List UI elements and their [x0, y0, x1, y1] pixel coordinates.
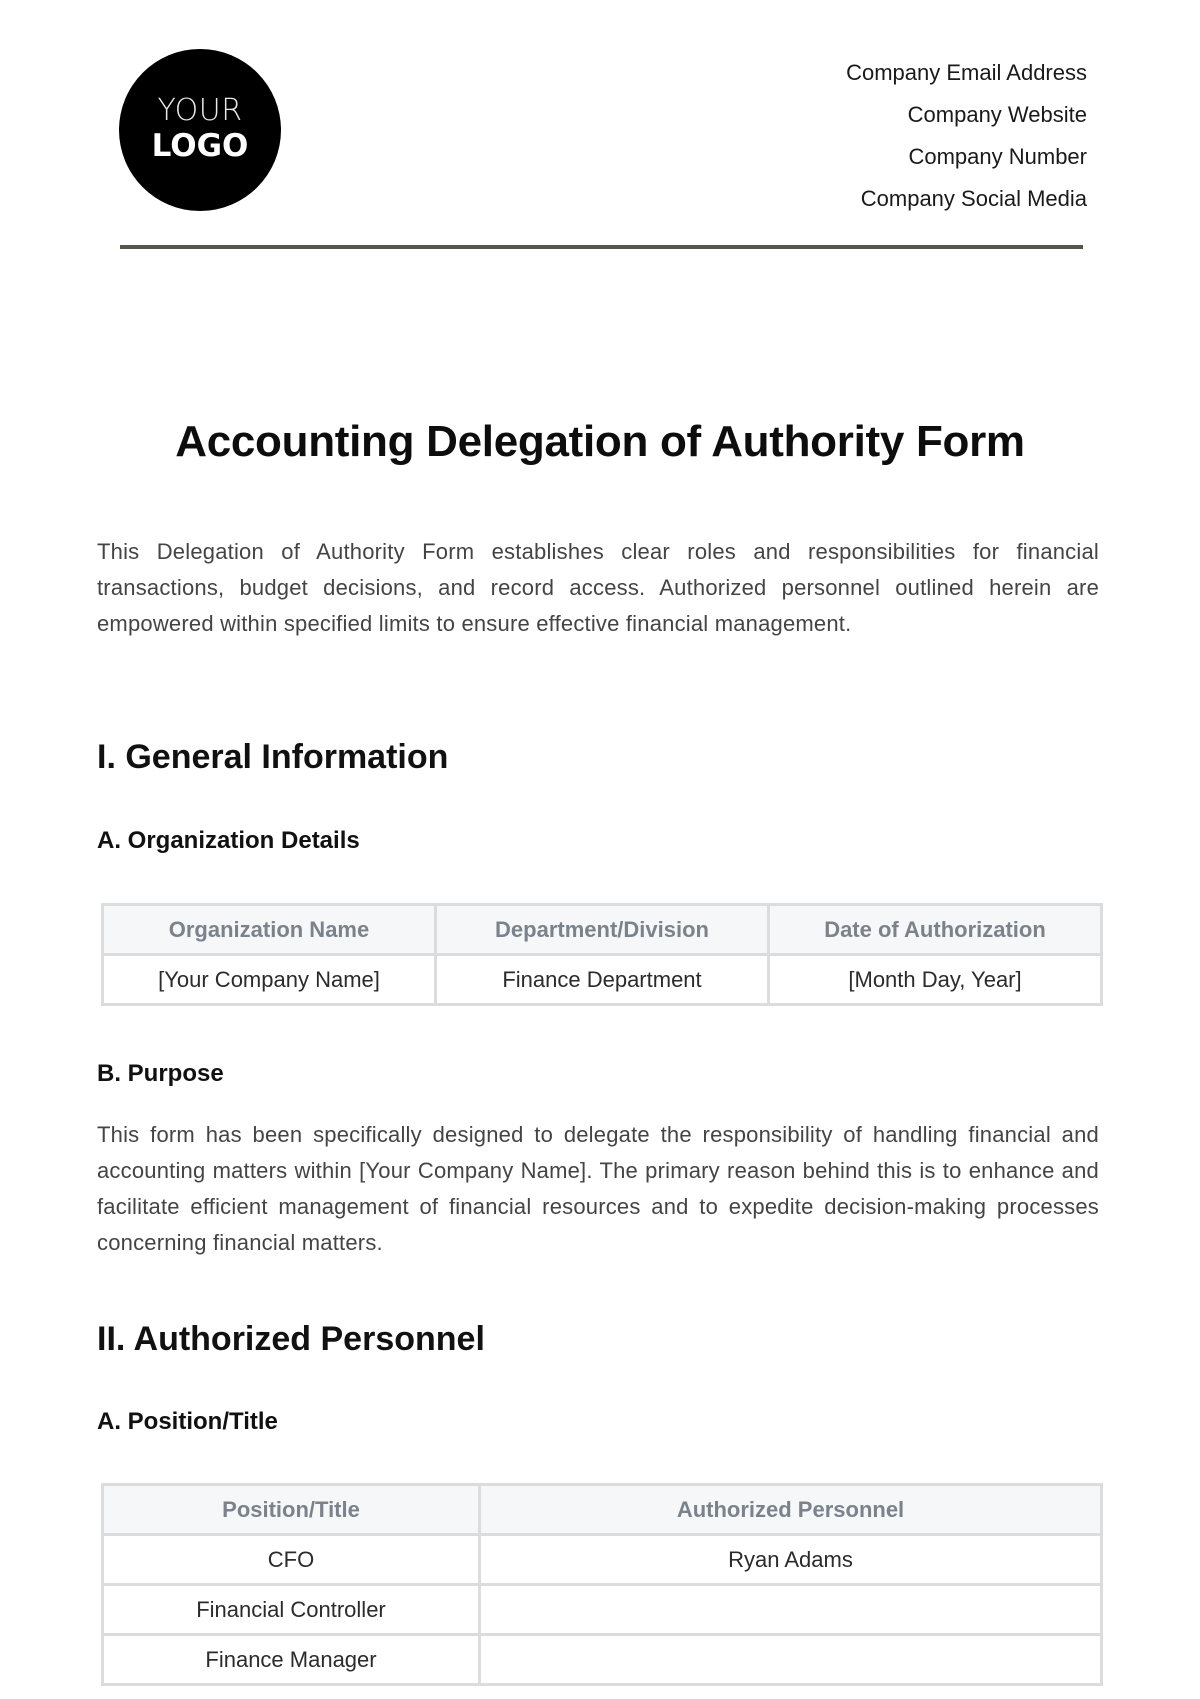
- company-logo: YOUR LOGO: [119, 49, 281, 211]
- table-header-row: Organization Name Department/Division Da…: [101, 903, 1103, 956]
- organization-name-cell: [Your Company Name]: [101, 953, 437, 1006]
- position-title-heading: A. Position/Title: [97, 1408, 278, 1435]
- table-row: Financial Controller: [101, 1583, 1103, 1636]
- personnel-cell: [478, 1583, 1103, 1636]
- organization-details-table: Organization Name Department/Division Da…: [101, 903, 1103, 1006]
- company-website: Company Website: [907, 102, 1087, 127]
- table-row: Finance Manager: [101, 1633, 1103, 1686]
- personnel-cell: Ryan Adams: [478, 1533, 1103, 1586]
- intro-paragraph: This Delegation of Authority Form establ…: [97, 539, 1099, 636]
- authorized-personnel-table: Position/Title Authorized Personnel CFO …: [101, 1483, 1103, 1686]
- section-general-information-heading: I. General Information: [97, 738, 449, 776]
- column-header-department-division: Department/Division: [434, 903, 770, 956]
- organization-details-heading: A. Organization Details: [97, 827, 360, 854]
- table-row: CFO Ryan Adams: [101, 1533, 1103, 1586]
- position-cell: Financial Controller: [101, 1583, 481, 1636]
- purpose-paragraph: This form has been specifically designed…: [97, 1122, 1099, 1255]
- position-cell: Finance Manager: [101, 1633, 481, 1686]
- authorization-date-cell: [Month Day, Year]: [767, 953, 1103, 1006]
- company-contact-block: Company Email Address Company Website Co…: [846, 52, 1087, 220]
- personnel-cell: [478, 1633, 1103, 1686]
- company-number: Company Number: [908, 144, 1087, 169]
- position-cell: CFO: [101, 1533, 481, 1586]
- column-header-authorized-personnel: Authorized Personnel: [478, 1483, 1103, 1536]
- document-title: Accounting Delegation of Authority Form: [175, 417, 1025, 466]
- section-authorized-personnel-heading: II. Authorized Personnel: [97, 1320, 485, 1358]
- department-cell: Finance Department: [434, 953, 770, 1006]
- logo-text-logo: LOGO: [151, 128, 249, 164]
- table-row: [Your Company Name] Finance Department […: [101, 953, 1103, 1006]
- purpose-heading: B. Purpose: [97, 1060, 224, 1087]
- column-header-date-of-authorization: Date of Authorization: [767, 903, 1103, 956]
- column-header-organization-name: Organization Name: [101, 903, 437, 956]
- table-header-row: Position/Title Authorized Personnel: [101, 1483, 1103, 1536]
- logo-text-your: YOUR: [157, 93, 243, 128]
- column-header-position-title: Position/Title: [101, 1483, 481, 1536]
- company-social-media: Company Social Media: [860, 186, 1087, 211]
- header-divider: [120, 245, 1083, 249]
- company-email: Company Email Address: [846, 60, 1087, 85]
